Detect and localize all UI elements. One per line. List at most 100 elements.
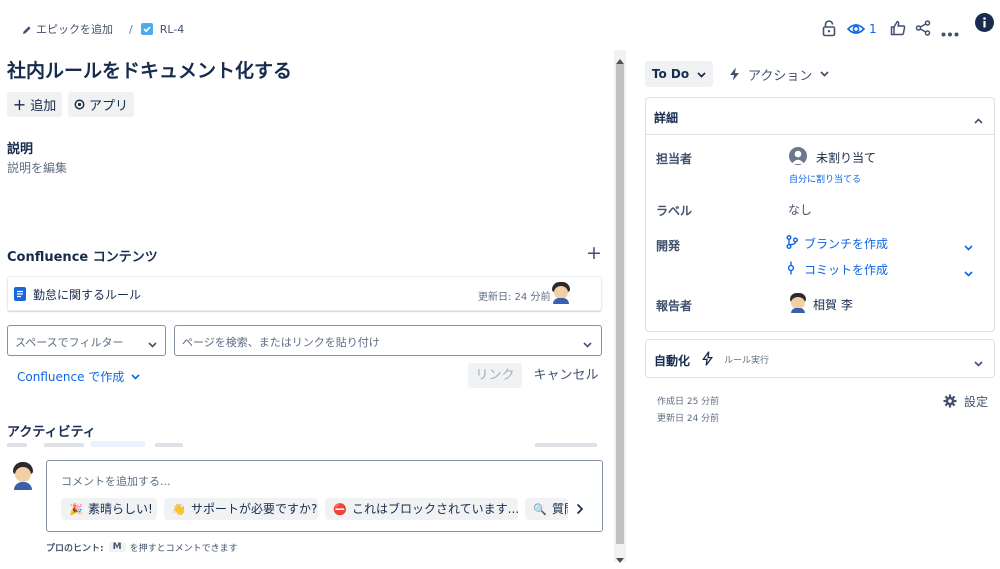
- scrollbar[interactable]: [614, 50, 626, 563]
- chevron-down-icon[interactable]: [964, 266, 973, 280]
- rule-runs-label: ルール実行: [724, 356, 770, 366]
- link-button[interactable]: リンク: [468, 363, 522, 388]
- branch-icon: [786, 235, 798, 252]
- status-label: To Do: [651, 67, 690, 81]
- activity-heading: アクティビティ: [7, 425, 96, 440]
- breadcrumb-separator: /: [129, 22, 133, 36]
- development-label: 開発: [656, 239, 681, 253]
- automation-heading: 自動化: [654, 354, 691, 368]
- reporter-name[interactable]: 相賀 李: [813, 296, 853, 313]
- quick-reply-chip-great[interactable]: 🎉 素晴らしい!: [61, 498, 157, 520]
- document-icon: [14, 287, 26, 301]
- page-search-placeholder: ページを検索、またはリンクを貼り付け: [182, 336, 380, 349]
- chip-label: 質問: [552, 502, 568, 516]
- apps-icon: [74, 97, 85, 112]
- issue-title[interactable]: 社内ルールをドキュメント化する: [7, 56, 292, 83]
- labels-label: ラベル: [656, 204, 693, 218]
- description-editor[interactable]: 説明を編集: [7, 159, 67, 176]
- reporter-label: 報告者: [656, 299, 693, 313]
- watch-count: 1: [869, 22, 877, 36]
- avatar: [551, 282, 571, 304]
- add-confluence-button[interactable]: +: [586, 244, 602, 263]
- assign-to-me-link[interactable]: 自分に割り当てる: [789, 172, 861, 185]
- lock-icon[interactable]: [821, 19, 837, 37]
- updated-date: 更新日 24 分前: [657, 414, 720, 424]
- settings-button[interactable]: 設定: [943, 393, 988, 409]
- confluence-page-title[interactable]: 勤怠に関するルール: [33, 286, 141, 303]
- wave-icon: 👋: [172, 503, 186, 516]
- chevron-up-icon[interactable]: [974, 113, 983, 127]
- chip-label: 素晴らしい!: [88, 502, 153, 516]
- details-header[interactable]: 詳細: [646, 98, 994, 135]
- quick-reply-chip-question[interactable]: 🔍 質問: [525, 498, 568, 520]
- assignee-label: 担当者: [656, 152, 693, 166]
- automation-panel[interactable]: 自動化 ルール実行: [645, 339, 995, 378]
- lightning-icon: [701, 351, 714, 369]
- party-icon: 🎉: [69, 503, 83, 516]
- space-filter-select[interactable]: スペースでフィルター: [7, 325, 166, 356]
- space-filter-label: スペースでフィルター: [15, 336, 124, 349]
- create-in-confluence-button[interactable]: Confluence で作成: [17, 368, 140, 384]
- chevron-down-icon: [697, 67, 706, 81]
- comment-box[interactable]: コメントを追加する...: [46, 460, 603, 532]
- gear-icon: [943, 394, 957, 409]
- watch-button[interactable]: 1: [847, 20, 877, 38]
- create-branch-link[interactable]: ブランチを作成: [804, 235, 888, 252]
- chevron-down-icon: [148, 337, 157, 351]
- page-search-input[interactable]: ページを検索、またはリンクを貼り付け: [174, 325, 602, 356]
- activity-tabs-strip: [0, 441, 605, 447]
- chip-label: サポートが必要ですか?: [191, 502, 318, 516]
- no-entry-icon: ⛔: [333, 503, 347, 516]
- actions-dropdown[interactable]: アクション: [729, 61, 829, 87]
- chevron-down-icon[interactable]: [964, 240, 973, 254]
- pro-tip-prefix: プロのヒント:: [46, 543, 104, 554]
- confluence-page-updated: 更新日: 24 分前: [478, 292, 551, 303]
- avatar: [789, 293, 807, 313]
- breadcrumb: エピックを追加 / RL-4: [22, 20, 184, 38]
- quick-reply-chip-blocked[interactable]: ⛔ これはブロックされています...: [325, 498, 518, 520]
- pro-tip-key: M: [108, 542, 126, 552]
- info-icon[interactable]: [975, 13, 994, 32]
- commit-icon: [786, 261, 796, 278]
- lightning-icon: [729, 67, 740, 82]
- add-button-label: 追加: [30, 99, 57, 114]
- chevron-down-icon: [131, 369, 140, 383]
- chevron-right-icon[interactable]: [576, 503, 586, 515]
- unassigned-avatar-icon: [789, 147, 807, 165]
- create-commit-link[interactable]: コミットを作成: [804, 261, 888, 278]
- status-dropdown[interactable]: To Do: [645, 61, 713, 87]
- confluence-heading: Confluence コンテンツ: [7, 250, 158, 265]
- task-type-icon: [140, 23, 153, 35]
- cancel-button[interactable]: キャンセル: [531, 363, 601, 388]
- assignee-value[interactable]: 未割り当て: [816, 149, 876, 166]
- details-panel: 詳細 担当者 未割り当て 自分に割り当てる ラベル なし 開発 ブランチを作成 …: [645, 97, 995, 332]
- share-icon[interactable]: [915, 20, 931, 36]
- pro-tip-suffix: を押すとコメントできます: [129, 543, 238, 554]
- avatar: [11, 462, 35, 490]
- create-in-confluence-label: Confluence で作成: [17, 369, 125, 384]
- chip-label: これはブロックされています...: [352, 502, 518, 516]
- details-heading: 詳細: [654, 111, 679, 125]
- scrollbar-thumb[interactable]: [616, 64, 624, 544]
- chevron-down-icon[interactable]: [974, 356, 983, 370]
- confluence-page-row[interactable]: 勤怠に関するルール 更新日: 24 分前: [7, 276, 602, 311]
- cancel-button-label: キャンセル: [533, 368, 599, 383]
- plus-icon: +: [12, 94, 27, 114]
- actions-label: アクション: [748, 68, 813, 84]
- issue-key-link[interactable]: RL-4: [160, 23, 185, 36]
- add-epic-link[interactable]: エピックを追加: [36, 21, 113, 37]
- magnifier-icon: 🔍: [533, 503, 547, 516]
- quick-reply-chip-help[interactable]: 👋 サポートが必要ですか?: [164, 498, 318, 520]
- description-heading: 説明: [7, 142, 34, 157]
- thumbs-up-icon[interactable]: [890, 20, 906, 36]
- scroll-down-arrow[interactable]: [616, 552, 624, 566]
- apps-button[interactable]: アプリ: [68, 92, 134, 117]
- pro-tip: プロのヒント: M を押すとコメントできます: [46, 540, 238, 554]
- eye-icon: [847, 22, 865, 37]
- link-button-label: リンク: [475, 368, 515, 383]
- add-button[interactable]: + 追加: [7, 92, 62, 117]
- more-icon[interactable]: [941, 26, 959, 37]
- comment-placeholder: コメントを追加する...: [61, 475, 171, 488]
- labels-value[interactable]: なし: [788, 201, 812, 218]
- pencil-icon: [22, 23, 34, 36]
